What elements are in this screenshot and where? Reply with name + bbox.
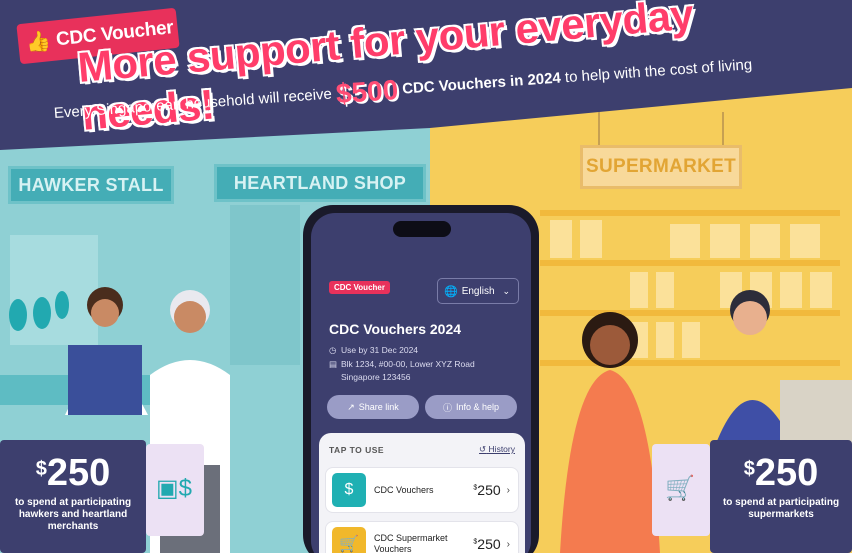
voucher-label: CDC Vouchers [374,484,434,495]
share-icon: ↗ [347,401,355,412]
voucher-amount: $250 [473,482,501,498]
chevron-right-icon: › [506,484,510,496]
page-title: CDC Vouchers 2024 [329,321,462,337]
chevron-down-icon: ⌄ [502,285,510,296]
voucher-ticket: 🛒 [652,444,710,536]
phone-screen: CDC Voucher 🌐 English ⌄ CDC Vouchers 202… [311,213,531,553]
voucher-label: CDC Supermarket Vouchers [374,533,448,553]
question-icon: ⓘ [442,402,452,413]
hawker-offer-card: $250 to spend at participating hawkers a… [0,440,146,553]
heartland-shop-sign: HEARTLAND SHOP [214,164,426,202]
supermarket-offer-card: $250 to spend at participating supermark… [710,440,852,553]
supermarket-offer-amount: $250 [743,452,819,494]
app-brand: CDC Voucher [329,281,390,294]
globe-icon: 🌐 [444,285,458,298]
info-help-button[interactable]: ⓘ Info & help [425,395,517,419]
cart-icon: 🛒 [332,527,366,553]
hawker-offer-amount: $250 [35,452,111,494]
voucher-list: TAP TO USE ↺ History $ CDC Vouchers $250… [319,433,525,553]
address-line: ▤ Blk 1234, #00-00, Lower XYZ Road [329,359,475,369]
share-link-button[interactable]: ↗ Share link [327,395,419,419]
use-by-line: ◷ Use by 31 Dec 2024 [329,345,419,355]
phone-notch [393,221,451,237]
voucher-ticket: ▣$ [146,444,204,536]
voucher-amount: $250 [473,536,501,552]
hawker-stall-sign: HAWKER STALL [8,166,174,204]
supermarket-offer-description: to spend at participating supermarkets [722,497,840,520]
building-icon: ▤ [329,359,338,369]
thumbs-up-icon: 👍 [24,30,52,55]
voucher-icon: ▣$ [156,475,193,502]
phone-mockup: CDC Voucher 🌐 English ⌄ CDC Vouchers 202… [303,205,539,553]
voucher-row-cdc[interactable]: $ CDC Vouchers $250 › [325,467,519,513]
voucher-row-supermarket[interactable]: 🛒 CDC Supermarket Vouchers $250 › [325,521,519,553]
cart-icon: 🛒 [665,475,695,502]
subline-strong: CDC Vouchers in 2024 [401,69,562,98]
sign-rope [722,112,724,146]
language-label: English [461,285,495,297]
hawker-offer-description: to spend at participating hawkers and he… [14,497,132,532]
address-line-2: Singapore 123456 [341,372,411,382]
voucher-icon: $ [332,473,366,507]
supermarket-sign: SUPERMARKET [580,145,742,189]
tap-to-use-label: TAP TO USE [329,445,385,455]
history-link[interactable]: ↺ History [479,444,515,455]
subline-amount: $500 [334,73,400,110]
chevron-right-icon: › [506,538,510,550]
history-icon: ↺ [479,444,487,454]
sign-rope [598,112,600,146]
clock-icon: ◷ [329,345,337,355]
language-select[interactable]: 🌐 English ⌄ [437,278,519,304]
subline-after: to help with the cost of living [564,56,753,87]
